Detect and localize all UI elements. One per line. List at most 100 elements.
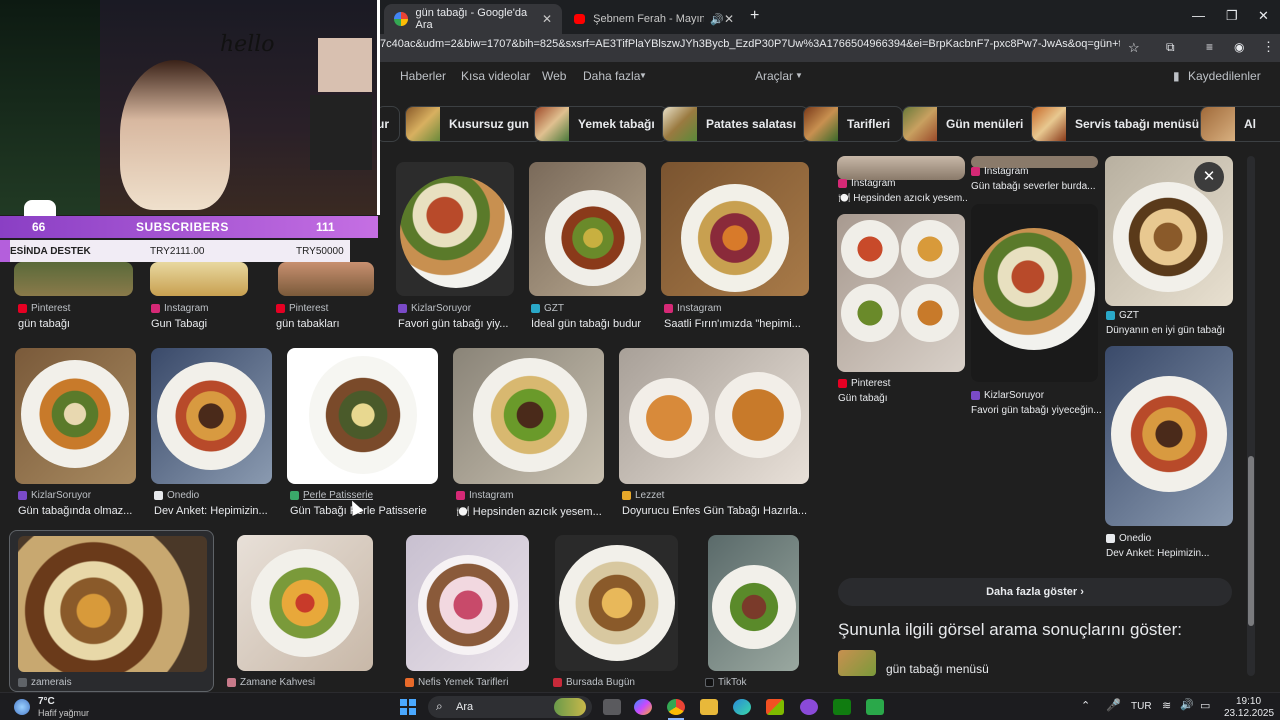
- image-result[interactable]: [837, 156, 965, 180]
- result-source[interactable]: Instagram: [456, 490, 513, 501]
- related-thumbnail[interactable]: [838, 650, 876, 676]
- nav-araclar[interactable]: Araçlar: [755, 69, 793, 83]
- result-source[interactable]: Nefis Yemek Tarifleri: [405, 677, 508, 688]
- result-title[interactable]: Favori gün tabağı yiy...: [398, 318, 518, 330]
- language-indicator[interactable]: TUR: [1131, 701, 1152, 712]
- result-title[interactable]: gün tabakları: [276, 318, 386, 330]
- image-result[interactable]: [278, 262, 374, 296]
- result-source[interactable]: GZT: [1106, 310, 1139, 321]
- close-panel-icon[interactable]: ✕: [1194, 162, 1224, 192]
- taskbar-search[interactable]: ⌕ Ara: [428, 696, 592, 718]
- tab-youtube[interactable]: Şebnem Ferah - Mayın Tarla 🔊 ✕: [564, 4, 744, 34]
- chrome-icon[interactable]: [667, 699, 685, 715]
- panel-scrollbar[interactable]: [1247, 156, 1255, 676]
- image-result[interactable]: [237, 535, 373, 671]
- result-title[interactable]: Saatli Fırın'ımızda "hepimi...: [664, 318, 809, 330]
- speaker-icon[interactable]: 🔊: [710, 13, 724, 26]
- xbox-icon[interactable]: [833, 699, 851, 715]
- result-title[interactable]: Favori gün tabağı yiyeceğin...: [971, 405, 1101, 416]
- clock-date[interactable]: 23.12.2025: [1224, 708, 1274, 719]
- result-source[interactable]: KizlarSoruyor: [971, 390, 1044, 401]
- task-view-icon[interactable]: [603, 699, 621, 715]
- chip-patates-salatasi[interactable]: Patates salatası: [662, 106, 810, 142]
- result-title[interactable]: gün tabağı: [18, 318, 133, 330]
- profile-icon[interactable]: ◉: [1234, 40, 1244, 54]
- result-source[interactable]: Pinterest: [276, 303, 328, 314]
- image-result-hovered[interactable]: [9, 530, 214, 692]
- result-title[interactable]: Gün Tabağı Perle Patisserie: [290, 505, 445, 517]
- microphone-icon[interactable]: 🎤: [1106, 698, 1121, 712]
- app-icon[interactable]: [866, 699, 884, 715]
- clock-time[interactable]: 19:10: [1236, 696, 1261, 707]
- image-result[interactable]: [396, 162, 514, 296]
- volume-icon[interactable]: 🔊: [1180, 698, 1194, 711]
- weather-desc[interactable]: Hafif yağmur: [38, 708, 89, 718]
- media-controls-icon[interactable]: ≡: [1206, 40, 1213, 54]
- result-title[interactable]: İdeal gün tabağı budur: [531, 318, 651, 330]
- image-result[interactable]: [529, 162, 646, 296]
- tab-google-search[interactable]: gün tabağı - Google'da Ara ✕: [384, 4, 562, 34]
- result-source[interactable]: Perle Patisserie: [290, 490, 373, 501]
- new-tab-button[interactable]: +: [750, 7, 759, 25]
- result-source[interactable]: Onedio: [1106, 533, 1151, 544]
- edge-icon[interactable]: [733, 699, 751, 715]
- result-source[interactable]: Bursada Bugün: [553, 677, 635, 688]
- weather-temp[interactable]: 7°C: [38, 696, 55, 707]
- image-result[interactable]: [15, 348, 136, 484]
- image-result[interactable]: [453, 348, 604, 484]
- image-result[interactable]: [1105, 346, 1233, 526]
- result-source[interactable]: Onedio: [154, 490, 199, 501]
- result-source[interactable]: zamerais: [18, 677, 72, 688]
- result-title[interactable]: Dünyanın en iyi gün tabağı: [1106, 325, 1236, 336]
- windows-start-icon[interactable]: [400, 699, 416, 715]
- result-title[interactable]: 🍽️ Hepsinden azıcık yesem...: [456, 505, 606, 518]
- battery-icon[interactable]: ▭: [1200, 699, 1210, 712]
- image-result[interactable]: [837, 214, 965, 372]
- result-title[interactable]: 🍽️ Hepsinden azıcık yesem...: [838, 193, 968, 204]
- chip-kusursuz-gun[interactable]: Kusursuz gun: [405, 106, 542, 142]
- tray-chevron-icon[interactable]: ⌃: [1081, 699, 1090, 712]
- image-result[interactable]: [287, 348, 438, 484]
- chip-gun-menuleri[interactable]: Gün menüleri: [902, 106, 1037, 142]
- result-source[interactable]: KizlarSoruyor: [398, 303, 471, 314]
- bookmark-star-icon[interactable]: ☆: [1128, 40, 1140, 56]
- close-tab-icon[interactable]: ✕: [542, 12, 552, 26]
- result-title[interactable]: Gün tabağı severler burda...: [971, 181, 1101, 192]
- result-source[interactable]: Lezzet: [622, 490, 664, 501]
- result-title[interactable]: Dev Anket: Hepimizin...: [154, 505, 279, 517]
- image-result[interactable]: [150, 262, 248, 296]
- result-title[interactable]: Gün tabağında olmaz...: [18, 505, 143, 517]
- result-source[interactable]: Instagram: [151, 303, 208, 314]
- result-title[interactable]: Dev Anket: Hepimizin...: [1106, 548, 1236, 559]
- file-explorer-icon[interactable]: [700, 699, 718, 715]
- store-icon[interactable]: [766, 699, 784, 715]
- extensions-icon[interactable]: ⧉: [1166, 40, 1175, 55]
- nav-kisa-videolar[interactable]: Kısa videolar: [461, 69, 530, 83]
- result-source[interactable]: GZT: [531, 303, 564, 314]
- chip-servis-tabagi-menusu[interactable]: Servis tabağı menüsü: [1031, 106, 1213, 142]
- nav-kaydedilenler[interactable]: Kaydedilenler: [1188, 69, 1261, 83]
- result-source[interactable]: Instagram: [971, 166, 1028, 177]
- result-source[interactable]: Instagram: [838, 178, 895, 189]
- image-result[interactable]: [555, 535, 678, 671]
- related-link[interactable]: gün tabağı menüsü: [886, 662, 989, 676]
- chip-tarifleri[interactable]: Tarifleri: [803, 106, 904, 142]
- nav-daha-fazla[interactable]: Daha fazla: [583, 69, 640, 83]
- menu-kebab-icon[interactable]: ⋮: [1262, 39, 1275, 55]
- result-source[interactable]: Zamane Kahvesi: [227, 677, 315, 688]
- restore-button[interactable]: ❐: [1226, 8, 1238, 24]
- result-source[interactable]: TikTok: [705, 677, 747, 688]
- app-icon[interactable]: [800, 699, 818, 715]
- weather-icon[interactable]: [14, 699, 30, 715]
- url-field[interactable]: 7c40ac&udm=2&biw=1707&bih=825&sxsrf=AE3T…: [380, 38, 1120, 50]
- image-result[interactable]: [708, 535, 799, 671]
- result-source[interactable]: Pinterest: [838, 378, 890, 389]
- image-result[interactable]: [661, 162, 809, 296]
- result-source[interactable]: KizlarSoruyor: [18, 490, 91, 501]
- minimize-button[interactable]: —: [1192, 8, 1205, 23]
- scrollbar-thumb[interactable]: [1248, 456, 1254, 626]
- copilot-icon[interactable]: [634, 699, 652, 715]
- result-title[interactable]: Gün tabağı: [838, 393, 968, 404]
- nav-haberler[interactable]: Haberler: [400, 69, 446, 83]
- nav-web[interactable]: Web: [542, 69, 566, 83]
